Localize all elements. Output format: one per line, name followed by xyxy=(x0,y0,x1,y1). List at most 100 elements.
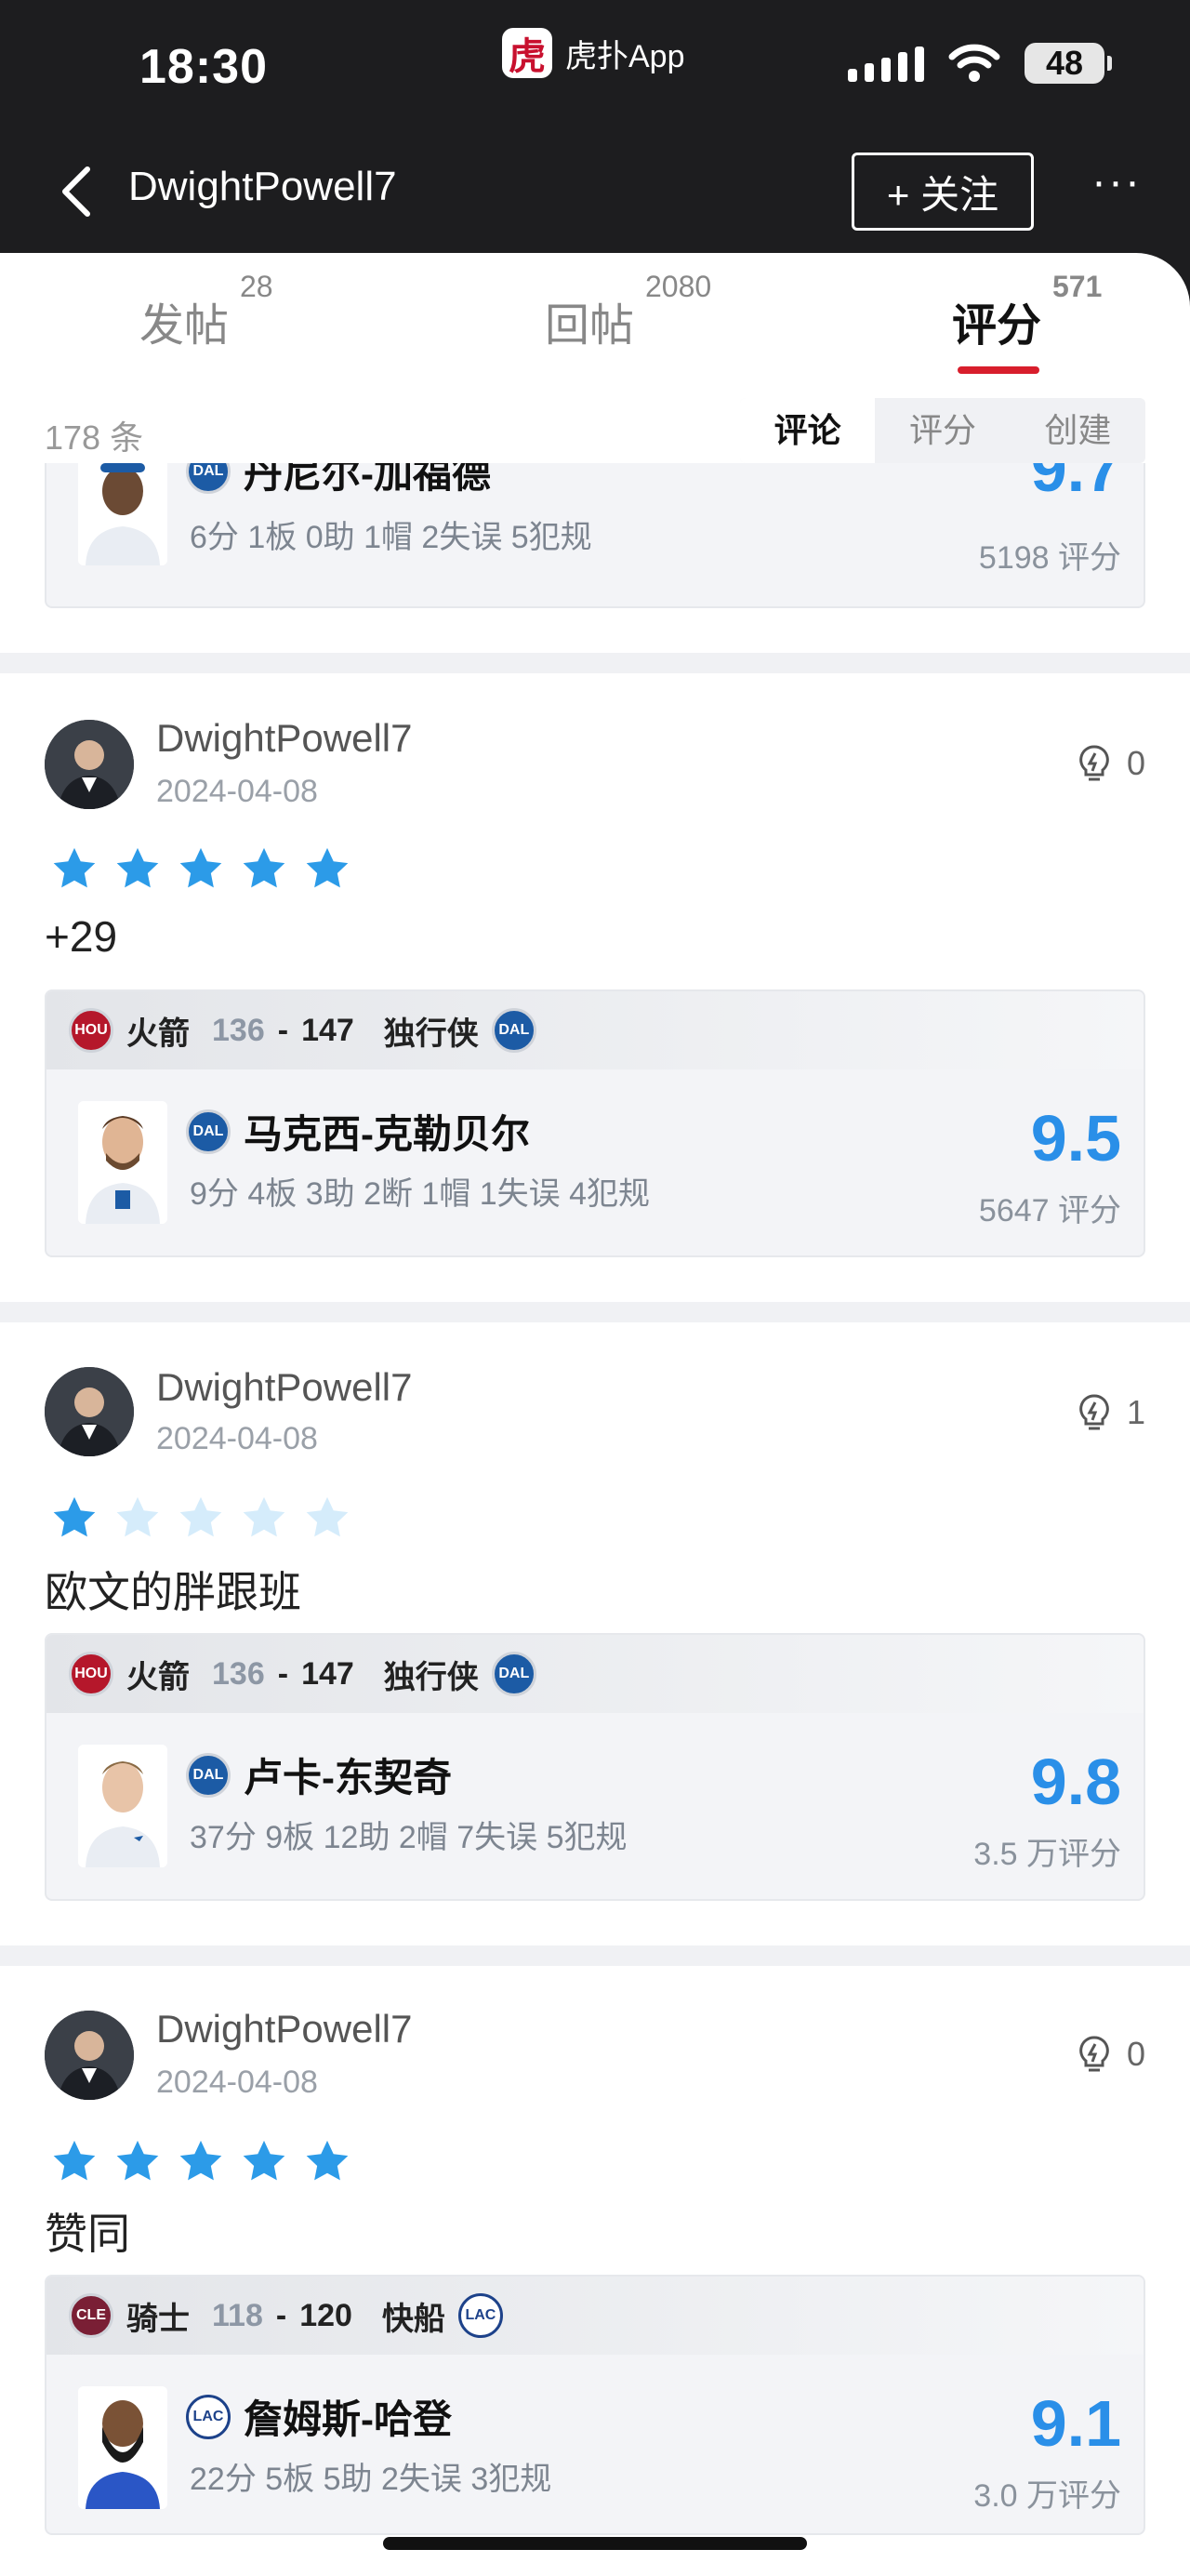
player-name: 马克西-克勒贝尔 xyxy=(244,1112,530,1156)
tab-label: 评分 xyxy=(952,301,1042,351)
star-filled-icon xyxy=(116,847,159,888)
post-date: 2024-04-08 xyxy=(156,1421,318,1456)
star-filled-icon xyxy=(306,847,349,888)
star-filled-icon xyxy=(53,1496,96,1537)
like-button[interactable]: 0 xyxy=(1077,744,1145,783)
divider xyxy=(0,1302,1190,1322)
avatar[interactable] xyxy=(45,1367,134,1456)
tab-count: 571 xyxy=(1052,270,1103,303)
rating-count: 5647 评分 xyxy=(978,1193,1121,1228)
mavericks-logo-icon: DAL xyxy=(186,1109,231,1154)
more-options-button[interactable]: ··· xyxy=(1084,160,1149,219)
clippers-logo-icon: LAC xyxy=(457,2293,503,2338)
player-headshot xyxy=(78,2386,167,2509)
player-headshot xyxy=(78,1745,167,1867)
follow-button[interactable]: + 关注 xyxy=(852,153,1034,231)
home-indicator[interactable] xyxy=(383,2537,807,2550)
team-a: 火箭 xyxy=(126,1659,190,1695)
list-toolbar: 178 条 评论 评分 创建 xyxy=(0,398,1190,463)
player-rating: 9.7 xyxy=(1030,456,1121,505)
mavericks-logo-icon: DAL xyxy=(186,1752,231,1798)
hupu-logo-icon: 虎 xyxy=(502,28,552,78)
tab-ratings[interactable]: 评分 571 xyxy=(952,270,1102,353)
star-filled-icon xyxy=(306,2140,349,2181)
player-name: 卢卡-东契奇 xyxy=(244,1756,452,1799)
active-tab-indicator xyxy=(958,366,1039,374)
rating-card[interactable]: HOU 火箭 136 - 147 独行侠 DAL DAL 卢卡-东契奇 37分 … xyxy=(45,1633,1145,1901)
like-button[interactable]: 1 xyxy=(1077,1393,1145,1432)
star-empty-icon xyxy=(243,1496,285,1537)
player-row[interactable]: LAC 詹姆斯-哈登 22分 5板 5助 2失误 3犯规 9.1 3.0 万评分 xyxy=(46,2355,1144,2533)
player-row[interactable]: DAL 马克西-克勒贝尔 9分 4板 3助 2断 1帽 1失误 4犯规 9.5 … xyxy=(46,1069,1144,1255)
player-name-wrap: LAC 詹姆斯-哈登 xyxy=(186,2388,452,2445)
battery-icon: 48 xyxy=(1025,43,1112,84)
star-filled-icon xyxy=(179,2140,222,2181)
player-headshot xyxy=(78,456,167,565)
star-filled-icon xyxy=(243,2140,285,2181)
star-rating xyxy=(50,844,351,893)
tab-posts[interactable]: 发帖 28 xyxy=(139,270,273,353)
player-stats: 37分 9板 12助 2帽 7失误 5犯规 xyxy=(190,1820,628,1855)
player-row[interactable]: DAL 卢卡-东契奇 37分 9板 12助 2帽 7失误 5犯规 9.8 3.5… xyxy=(46,1713,1144,1899)
filter-rating[interactable]: 评分 xyxy=(875,398,1010,463)
page-title: DwightPowell7 xyxy=(128,164,397,209)
team-b: 快船 xyxy=(381,2301,445,2337)
player-name: 詹姆斯-哈登 xyxy=(244,2397,452,2441)
team-b: 独行侠 xyxy=(383,1016,479,1052)
tab-replies[interactable]: 回帖 2080 xyxy=(545,270,711,353)
back-arrow-icon[interactable] xyxy=(54,164,100,219)
lightbulb-icon xyxy=(1079,745,1109,781)
post-username[interactable]: DwightPowell7 xyxy=(156,1365,412,1410)
star-rating xyxy=(50,1494,351,1542)
tab-count: 2080 xyxy=(645,270,712,303)
avatar[interactable] xyxy=(45,2011,134,2100)
status-indicators: 48 xyxy=(848,43,1112,84)
player-stats: 9分 4板 3助 2断 1帽 1失误 4犯规 xyxy=(190,1176,651,1212)
star-filled-icon xyxy=(179,847,222,888)
signal-icon xyxy=(848,45,924,82)
post-username[interactable]: DwightPowell7 xyxy=(156,716,412,761)
star-filled-icon xyxy=(53,2140,96,2181)
star-filled-icon xyxy=(116,2140,159,2181)
rockets-logo-icon: HOU xyxy=(69,1008,113,1053)
cavaliers-logo-icon: CLE xyxy=(69,2293,113,2338)
filter-create[interactable]: 创建 xyxy=(1011,398,1145,463)
mavericks-logo-icon: DAL xyxy=(491,1008,536,1053)
team-a: 火箭 xyxy=(126,1016,190,1052)
post-text: 赞同 xyxy=(45,2210,130,2258)
team-b: 独行侠 xyxy=(383,1659,479,1695)
app-name: 虎扑App xyxy=(565,38,685,74)
lightbulb-icon xyxy=(1079,2036,1109,2072)
player-rating: 9.8 xyxy=(1030,1746,1121,1818)
like-count: 0 xyxy=(1126,744,1145,782)
tab-count: 28 xyxy=(240,270,273,303)
divider xyxy=(0,653,1190,673)
post-username[interactable]: DwightPowell7 xyxy=(156,2007,412,2052)
rating-card-partial[interactable]: DAL 丹尼尔-加福德 6分 1板 0助 1帽 2失误 5犯规 9.7 5198… xyxy=(45,456,1145,608)
status-time: 18:30 xyxy=(139,40,268,94)
score-a: 118 xyxy=(212,2297,263,2333)
rating-card[interactable]: CLE 骑士 118 - 120 快船 LAC LAC 詹姆斯-哈登 22分 5… xyxy=(45,2275,1145,2535)
like-button[interactable]: 0 xyxy=(1077,2035,1145,2074)
star-filled-icon xyxy=(243,847,285,888)
tab-label: 发帖 xyxy=(139,301,230,351)
player-rating: 9.5 xyxy=(1030,1102,1121,1175)
rockets-logo-icon: HOU xyxy=(69,1652,113,1696)
app-indicator[interactable]: 虎 虎扑App xyxy=(502,28,685,78)
post-text: +29 xyxy=(45,912,118,961)
filter-comment[interactable]: 评论 xyxy=(740,398,876,463)
star-empty-icon xyxy=(306,1496,349,1537)
team-a: 骑士 xyxy=(126,2301,190,2337)
profile-tabs: 发帖 28 回帖 2080 评分 571 xyxy=(0,270,1190,381)
score-dash: - xyxy=(277,1655,289,1692)
player-headshot xyxy=(78,1101,167,1224)
filter-segment: 评论 评分 创建 xyxy=(740,398,1145,463)
wifi-icon xyxy=(948,44,1000,82)
score-b: 120 xyxy=(299,2297,352,2333)
avatar[interactable] xyxy=(45,720,134,809)
score-b: 147 xyxy=(301,1655,354,1692)
rating-card[interactable]: HOU 火箭 136 - 147 独行侠 DAL DAL 马克西-克勒贝尔 9分… xyxy=(45,989,1145,1257)
clippers-logo-icon: LAC xyxy=(186,2394,231,2439)
match-bar: HOU 火箭 136 - 147 独行侠 DAL xyxy=(46,991,1144,1069)
rating-count: 3.0 万评分 xyxy=(973,2478,1121,2514)
